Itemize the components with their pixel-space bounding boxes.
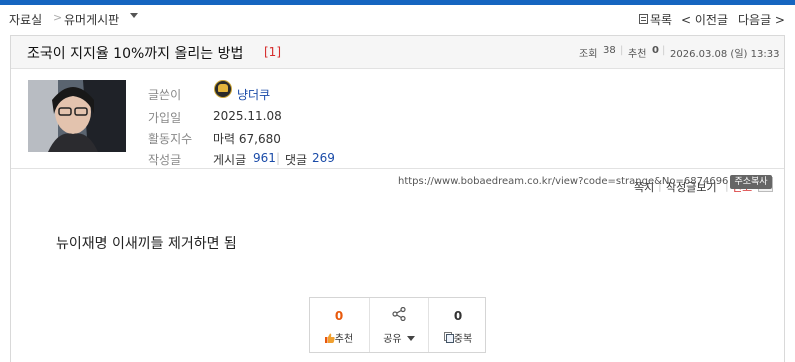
avatar-photo [28, 80, 126, 152]
breadcrumb-board[interactable]: 유머게시판 [64, 11, 119, 28]
comment-count[interactable]: [1] [264, 45, 281, 59]
copy-url-button[interactable]: 주소복사 [730, 175, 772, 189]
member-badge-icon [214, 80, 232, 98]
meta-divider: | [662, 45, 666, 56]
share-icon-wrap [370, 306, 428, 324]
list-link[interactable]: 목록 [650, 11, 672, 28]
writer-label: 글쓴이 [148, 88, 182, 102]
next-post-link[interactable]: 다음글 > [738, 11, 785, 28]
recommends-label: 추천 [628, 49, 647, 60]
post-container: 조국이 지지율 10%까지 올리는 방법 [1] 조회 38 | 추천 0 | … [10, 35, 785, 362]
share-icon [392, 306, 406, 322]
post-header: 조국이 지지율 10%까지 올리는 방법 [1] 조회 38 | 추천 0 | … [11, 36, 784, 69]
thumbs-up-icon [324, 333, 335, 343]
joined-date: 2025.11.08 [213, 109, 282, 123]
avatar[interactable] [28, 80, 126, 152]
recommend-count: 0 [334, 309, 344, 323]
posts-count[interactable]: 961 [253, 151, 276, 165]
share-label-wrap: 공유 [370, 330, 428, 345]
breadcrumb-separator: > [53, 11, 63, 24]
author-info: 글쓴이 냥더쿠 가입일 2025.11.08 활동지수 마력 67,680 작성… [11, 69, 784, 194]
comments-count[interactable]: 269 [312, 151, 335, 165]
share-button[interactable]: 공유 [369, 298, 428, 352]
post-datetime: 2026.03.08 (일) 13:33 [670, 49, 780, 60]
meta-divider: | [620, 45, 624, 56]
prev-post-link[interactable]: < 이전글 [681, 11, 728, 28]
post-url: https://www.bobaedream.co.kr/view?code=s… [398, 176, 729, 187]
views-count: 38 [603, 45, 616, 56]
duplicate-label: 중복 [453, 334, 473, 345]
duplicate-label-wrap: 중복 [429, 330, 487, 345]
joined-label: 가입일 [148, 111, 182, 125]
post-actions: 0 추천 공유 0 중복 [309, 297, 486, 353]
board-dropdown-icon[interactable] [130, 13, 138, 18]
activity-label: 활동지수 [148, 132, 193, 146]
duplicate-button[interactable]: 0 중복 [428, 298, 487, 352]
recommend-label-wrap: 추천 [310, 330, 368, 345]
breadcrumb: 자료실 > 유머게시판 목록 < 이전글 다음글 > [0, 5, 795, 32]
recommends-count: 0 [652, 45, 659, 56]
author-nickname[interactable]: 냥더쿠 [237, 86, 270, 103]
recommend-button[interactable]: 0 추천 [310, 298, 369, 352]
share-label: 공유 [383, 334, 402, 345]
duplicate-count: 0 [453, 309, 463, 323]
post-title: 조국이 지지율 10%까지 올리는 방법 [27, 46, 244, 62]
posts-label: 작성글 [148, 153, 182, 167]
comments-text: 댓글 [285, 153, 308, 167]
breadcrumb-section[interactable]: 자료실 [9, 11, 42, 28]
views-label: 조회 [579, 49, 598, 60]
posts-text: 게시글 [213, 153, 247, 167]
posts-divider: | [276, 151, 281, 165]
activity-value: 마력 67,680 [213, 132, 281, 146]
share-dropdown-icon [406, 336, 415, 341]
duplicate-icon [443, 332, 454, 343]
list-icon [639, 14, 648, 24]
post-body: 뉴이재명 이새끼들 제거하면 됨 [56, 236, 237, 252]
recommend-label: 추천 [334, 334, 354, 345]
